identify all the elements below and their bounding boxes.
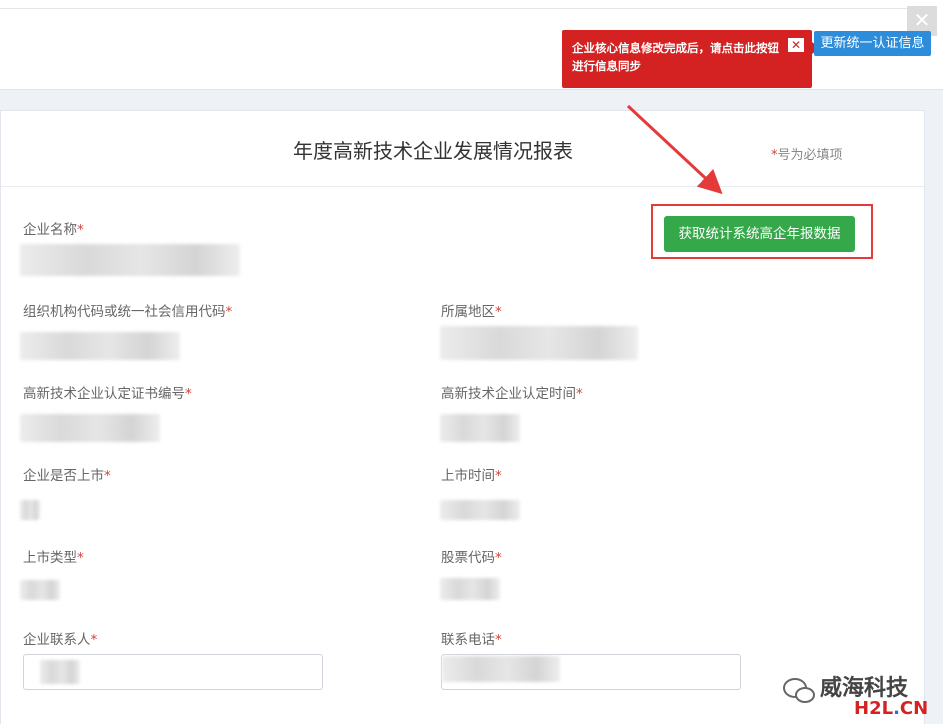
label-contact-person: 企业联系人* bbox=[23, 628, 97, 648]
required-note: *号为必填项 bbox=[771, 144, 843, 163]
domain-h2l: H2L bbox=[854, 698, 894, 719]
label-text: 上市时间 bbox=[441, 468, 495, 484]
fetch-annual-report-button[interactable]: 获取统计系统高企年报数据 bbox=[664, 216, 855, 252]
label-contact-phone: 联系电话* bbox=[441, 628, 502, 648]
watermark: 威海科技 H2L.CN bbox=[782, 668, 942, 724]
label-text: 上市类型 bbox=[23, 550, 77, 566]
tooltip-close-button[interactable]: ✕ bbox=[788, 38, 804, 52]
update-auth-info-button[interactable]: 更新统一认证信息 bbox=[814, 31, 931, 56]
label-text: 企业名称 bbox=[23, 222, 77, 238]
region-value-redacted bbox=[440, 326, 638, 360]
label-text: 高新技术企业认定时间 bbox=[441, 386, 576, 402]
label-text: 企业联系人 bbox=[23, 632, 91, 648]
required-star: * bbox=[77, 222, 84, 238]
label-listing-type: 上市类型* bbox=[23, 546, 84, 566]
watermark-domain: H2L.CN bbox=[854, 698, 928, 719]
tooltip-text-line2: 进行信息同步 bbox=[572, 59, 641, 73]
label-text: 组织机构代码或统一社会信用代码 bbox=[23, 304, 226, 320]
tooltip-text-line1: 企业核心信息修改完成后，请点击此按钮 bbox=[572, 41, 779, 55]
sync-hint-tooltip: 企业核心信息修改完成后，请点击此按钮 进行信息同步 ✕ bbox=[562, 30, 820, 88]
cert-date-value-redacted bbox=[440, 414, 520, 442]
label-region: 所属地区* bbox=[441, 300, 502, 320]
required-star: * bbox=[77, 550, 84, 566]
cert-number-value-redacted bbox=[20, 414, 160, 442]
required-star: * bbox=[185, 386, 192, 402]
label-cert-number: 高新技术企业认定证书编号* bbox=[23, 382, 192, 402]
required-star: * bbox=[495, 550, 502, 566]
label-listing-date: 上市时间* bbox=[441, 464, 502, 484]
required-star: * bbox=[495, 304, 502, 320]
required-star: * bbox=[495, 468, 502, 484]
form-title: 年度高新技术企业发展情况报表 bbox=[293, 139, 573, 163]
label-is-listed: 企业是否上市* bbox=[23, 464, 111, 484]
is-listed-value-redacted bbox=[20, 500, 40, 520]
label-text: 所属地区 bbox=[441, 304, 495, 320]
wechat-icon bbox=[783, 678, 815, 703]
label-company-name: 企业名称* bbox=[23, 218, 84, 238]
label-cert-date: 高新技术企业认定时间* bbox=[441, 382, 583, 402]
required-star: * bbox=[576, 386, 583, 402]
required-note-text: 号为必填项 bbox=[777, 148, 843, 163]
required-star: * bbox=[104, 468, 111, 484]
contact-person-value-redacted bbox=[40, 660, 80, 684]
label-text: 高新技术企业认定证书编号 bbox=[23, 386, 185, 402]
listing-date-value-redacted bbox=[440, 500, 520, 520]
close-icon: ✕ bbox=[790, 38, 802, 52]
company-name-value-redacted bbox=[20, 244, 240, 276]
label-stock-code: 股票代码* bbox=[441, 546, 502, 566]
required-star: * bbox=[225, 304, 233, 320]
close-icon: ✕ bbox=[913, 8, 931, 32]
domain-dot: . bbox=[893, 698, 900, 719]
top-divider bbox=[0, 8, 912, 9]
domain-cn: CN bbox=[899, 698, 929, 719]
org-code-value-redacted bbox=[20, 332, 180, 360]
form-header: 年度高新技术企业发展情况报表 *号为必填项 bbox=[1, 111, 926, 187]
listing-type-value-redacted bbox=[20, 580, 60, 600]
label-text: 企业是否上市 bbox=[23, 468, 104, 484]
contact-phone-value-redacted bbox=[442, 656, 560, 682]
stock-code-value-redacted bbox=[440, 578, 500, 600]
annotation-arrow bbox=[626, 104, 723, 195]
required-star: * bbox=[90, 632, 98, 648]
label-text: 股票代码 bbox=[441, 550, 495, 566]
required-star: * bbox=[495, 632, 502, 648]
label-org-code: 组织机构代码或统一社会信用代码* bbox=[23, 300, 232, 320]
label-text: 联系电话 bbox=[441, 632, 495, 648]
